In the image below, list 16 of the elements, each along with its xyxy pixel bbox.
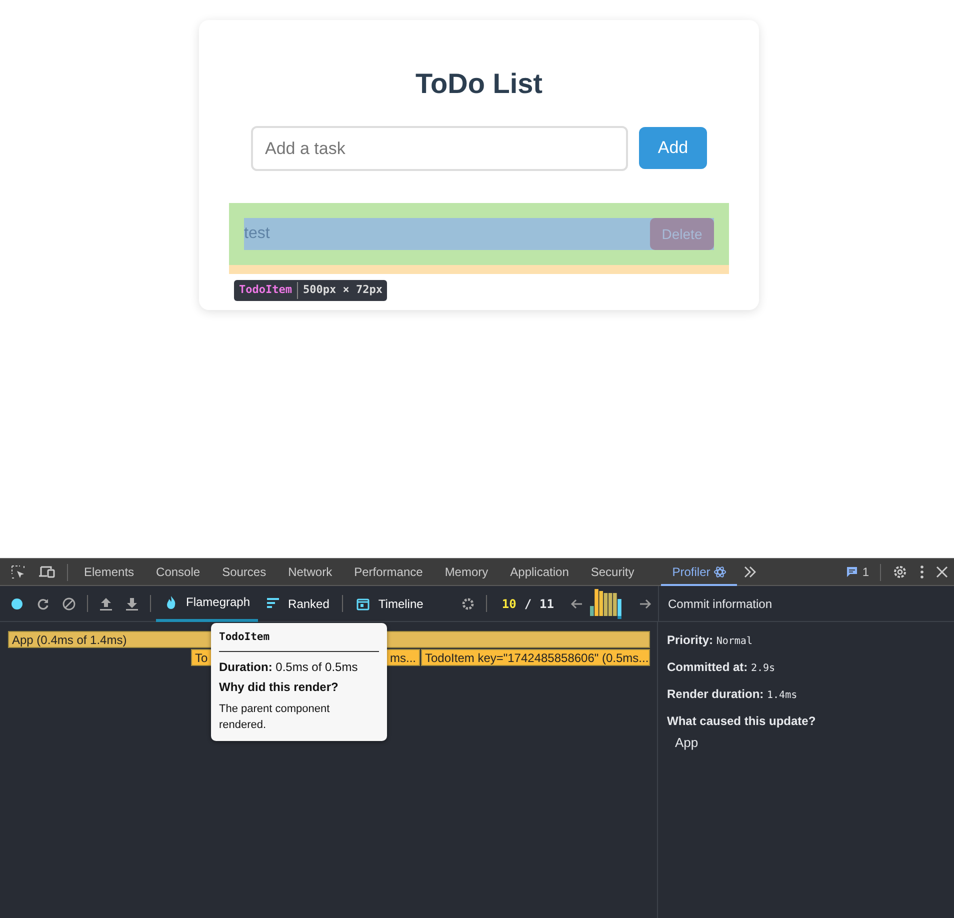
commit-index: 10 bbox=[502, 596, 516, 612]
render-duration-text: Render duration: 1.4ms bbox=[666, 686, 798, 703]
reason-text: The parent component rendered. bbox=[219, 702, 331, 734]
commit-total: 11 bbox=[540, 596, 554, 612]
cause-heading: What caused this update? bbox=[666, 713, 817, 730]
why-heading: Why did this render? bbox=[219, 678, 340, 696]
tooltip-title: TodoItem bbox=[219, 630, 379, 652]
panel-heading: Commit information bbox=[668, 596, 772, 612]
committed-text: Committed at: 2.9s bbox=[666, 659, 776, 676]
priority-text: Priority: Normal bbox=[666, 632, 754, 649]
duration-text: Duration: 0.5ms of 0.5ms bbox=[219, 658, 359, 676]
task-text: test bbox=[244, 224, 270, 244]
component-name: TodoItem bbox=[239, 282, 292, 298]
app-title: ToDo List bbox=[414, 68, 544, 100]
commit-separator: / bbox=[524, 596, 532, 612]
size-text: 500px × 72px bbox=[296, 282, 382, 298]
